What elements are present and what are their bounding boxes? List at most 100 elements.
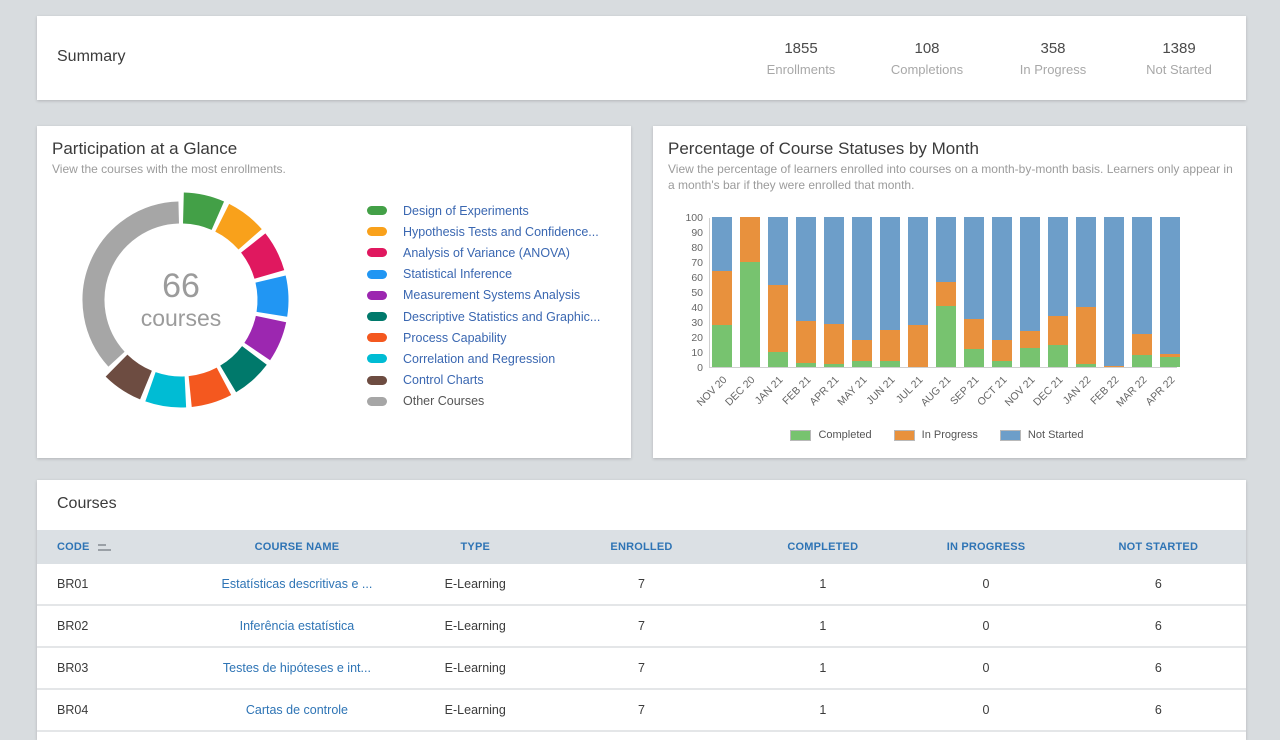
bar-segment-not-started[interactable] <box>852 217 872 340</box>
bar-segment-not-started[interactable] <box>992 217 1012 340</box>
bar-dec-20[interactable] <box>740 217 760 367</box>
bar-segment-completed[interactable] <box>1160 357 1180 368</box>
bar-jan-21[interactable] <box>768 217 788 367</box>
bar-segment-not-started[interactable] <box>1020 217 1040 331</box>
bar-segment-in-progress[interactable] <box>824 324 844 365</box>
bar-segment-in-progress[interactable] <box>1048 316 1068 345</box>
bar-segment-completed[interactable] <box>936 306 956 368</box>
bar-segment-not-started[interactable] <box>1104 217 1124 366</box>
courses-card: Courses CODECOURSE NAMETYPEENROLLEDCOMPL… <box>37 480 1246 740</box>
bar-segment-in-progress[interactable] <box>768 285 788 353</box>
donut-legend-item-7[interactable]: Correlation and Regression <box>367 348 600 369</box>
bar-segment-in-progress[interactable] <box>992 340 1012 361</box>
legend-swatch <box>367 291 387 300</box>
donut-legend-item-9[interactable]: Other Courses <box>367 391 600 412</box>
bar-jun-21[interactable] <box>880 217 900 367</box>
bar-oct-21[interactable] <box>992 217 1012 367</box>
donut-chart[interactable]: 66 courses <box>61 180 301 420</box>
bar-mar-22[interactable] <box>1132 217 1152 367</box>
column-header-enrolled[interactable]: ENROLLED <box>539 530 745 564</box>
bar-sep-21[interactable] <box>964 217 984 367</box>
bar-segment-in-progress[interactable] <box>712 271 732 325</box>
course-name-link[interactable]: Cartas de controle <box>246 703 348 717</box>
bar-segment-not-started[interactable] <box>824 217 844 324</box>
course-name-link[interactable]: Estatísticas descritivas e ... <box>222 577 373 591</box>
participation-subtitle: View the courses with the most enrollmen… <box>52 161 286 177</box>
bar-segment-in-progress[interactable] <box>880 330 900 362</box>
donut-legend-item-0[interactable]: Design of Experiments <box>367 200 600 221</box>
bar-feb-21[interactable] <box>796 217 816 367</box>
donut-legend-item-3[interactable]: Statistical Inference <box>367 264 600 285</box>
bar-segment-not-started[interactable] <box>796 217 816 321</box>
column-header-not-started[interactable]: NOT STARTED <box>1071 530 1246 564</box>
not-started-cell: 6 <box>1071 564 1246 604</box>
bar-segment-not-started[interactable] <box>712 217 732 271</box>
legend-swatch <box>367 270 387 279</box>
donut-legend-item-5[interactable]: Descriptive Statistics and Graphic... <box>367 306 600 327</box>
bar-segment-completed[interactable] <box>1076 364 1096 367</box>
donut-legend-item-2[interactable]: Analysis of Variance (ANOVA) <box>367 242 600 263</box>
bar-segment-not-started[interactable] <box>768 217 788 285</box>
bar-segment-in-progress[interactable] <box>1020 331 1040 348</box>
bar-segment-not-started[interactable] <box>880 217 900 330</box>
bar-segment-in-progress[interactable] <box>1132 334 1152 355</box>
bar-segment-completed[interactable] <box>824 364 844 367</box>
bar-segment-completed[interactable] <box>852 361 872 367</box>
bar-segment-in-progress[interactable] <box>852 340 872 361</box>
bar-nov-21[interactable] <box>1020 217 1040 367</box>
bar-segment-completed[interactable] <box>880 361 900 367</box>
bar-segment-completed[interactable] <box>1132 355 1152 367</box>
donut-legend-item-4[interactable]: Measurement Systems Analysis <box>367 285 600 306</box>
bar-segment-not-started[interactable] <box>936 217 956 282</box>
bar-segment-not-started[interactable] <box>1160 217 1180 354</box>
bar-segment-completed[interactable] <box>740 262 760 367</box>
donut-legend-item-6[interactable]: Process Capability <box>367 327 600 348</box>
bar-segment-not-started[interactable] <box>908 217 928 325</box>
bar-aug-21[interactable] <box>936 217 956 367</box>
bar-segment-completed[interactable] <box>712 325 732 367</box>
bar-segment-not-started[interactable] <box>1076 217 1096 307</box>
bar-plot-area[interactable] <box>709 218 1177 368</box>
bar-feb-22[interactable] <box>1104 217 1124 367</box>
bar-legend-item-not-started[interactable]: Not Started <box>1000 429 1084 441</box>
bar-segment-completed[interactable] <box>964 349 984 367</box>
donut-legend-item-1[interactable]: Hypothesis Tests and Confidence... <box>367 221 600 242</box>
bar-segment-completed[interactable] <box>768 352 788 367</box>
bar-segment-in-progress[interactable] <box>796 321 816 363</box>
bar-segment-in-progress[interactable] <box>964 319 984 349</box>
completed-cell: 1 <box>744 564 901 604</box>
column-header-course-name[interactable]: COURSE NAME <box>182 530 412 564</box>
bar-apr-22[interactable] <box>1160 217 1180 367</box>
bar-segment-in-progress[interactable] <box>908 325 928 367</box>
bar-segment-completed[interactable] <box>1020 348 1040 368</box>
bar-apr-21[interactable] <box>824 217 844 367</box>
y-tick-90: 90 <box>659 227 703 239</box>
bar-segment-in-progress[interactable] <box>936 282 956 306</box>
bar-segment-in-progress[interactable] <box>1076 307 1096 364</box>
bar-jul-21[interactable] <box>908 217 928 367</box>
bar-may-21[interactable] <box>852 217 872 367</box>
bar-segment-not-started[interactable] <box>964 217 984 319</box>
legend-swatch <box>367 227 387 236</box>
course-name-link[interactable]: Testes de hipóteses e int... <box>223 661 371 675</box>
bar-legend-item-completed[interactable]: Completed <box>790 429 871 441</box>
donut-legend-item-8[interactable]: Control Charts <box>367 370 600 391</box>
bar-segment-in-progress[interactable] <box>1104 366 1124 368</box>
course-name-link[interactable]: Inferência estatística <box>240 619 355 633</box>
bar-segment-completed[interactable] <box>992 361 1012 367</box>
sort-icon[interactable] <box>98 543 111 552</box>
bar-segment-in-progress[interactable] <box>740 217 760 262</box>
column-header-in-progress[interactable]: IN PROGRESS <box>901 530 1070 564</box>
bar-jan-22[interactable] <box>1076 217 1096 367</box>
bar-segment-completed[interactable] <box>1048 345 1068 368</box>
bar-segment-not-started[interactable] <box>1048 217 1068 316</box>
bar-segment-not-started[interactable] <box>1132 217 1152 334</box>
column-header-code[interactable]: CODE <box>37 530 182 564</box>
bar-dec-21[interactable] <box>1048 217 1068 367</box>
summary-title: Summary <box>57 48 125 66</box>
column-header-type[interactable]: TYPE <box>412 530 539 564</box>
bar-nov-20[interactable] <box>712 217 732 367</box>
column-header-completed[interactable]: COMPLETED <box>744 530 901 564</box>
bar-legend-item-in-progress[interactable]: In Progress <box>894 429 978 441</box>
bar-segment-completed[interactable] <box>796 363 816 368</box>
